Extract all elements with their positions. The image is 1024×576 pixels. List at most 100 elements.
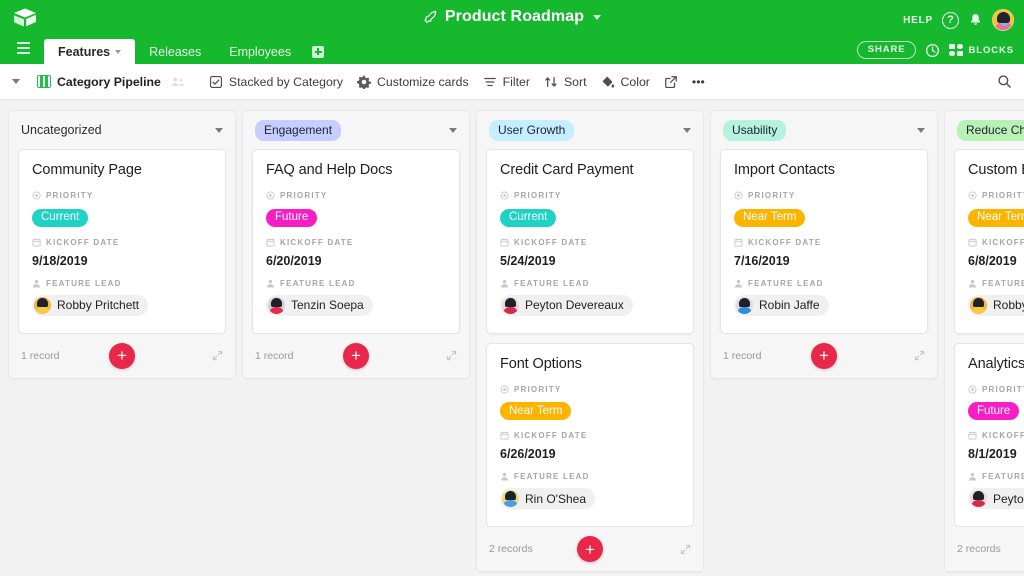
kanban-view-icon	[37, 75, 51, 88]
card-field-feature-lead: FEATURE LEAD Robby Pritchett	[32, 279, 212, 319]
kanban-board: Uncategorized Community Page PRIORITY Curre…	[0, 100, 1024, 576]
field-label-text: PRIORITY	[514, 384, 562, 394]
field-label: FEATURE LEAD	[968, 279, 1024, 288]
customize-cards-button[interactable]: Customize cards	[350, 71, 476, 93]
single-select-icon	[734, 191, 743, 200]
chevron-down-icon[interactable]	[593, 14, 602, 20]
collaborators-icon[interactable]	[171, 76, 186, 88]
tab-label: Employees	[229, 44, 292, 59]
add-table-button[interactable]	[305, 39, 331, 64]
share-button[interactable]: SHARE	[856, 41, 917, 59]
add-record-button[interactable]: +	[343, 342, 369, 369]
feature-lead-name: Tenzin Soepa	[291, 298, 364, 312]
search-icon	[998, 75, 1011, 88]
stack-footer: 1 record +	[243, 334, 469, 378]
share-view-button[interactable]	[657, 71, 685, 93]
card-field-kickoff-date: KICKOFF DATE 8/1/2019	[968, 431, 1024, 461]
user-avatar[interactable]	[992, 9, 1014, 31]
kanban-card[interactable]: Font Options PRIORITY Near Term KICKOFF DAT…	[486, 342, 694, 527]
field-label: PRIORITY	[734, 191, 914, 200]
airtable-logo[interactable]	[10, 4, 40, 32]
card-field-feature-lead: FEATURE LEAD Robby Pritchett	[968, 279, 1024, 319]
priority-tag: Future	[266, 208, 318, 227]
single-select-icon	[500, 191, 509, 200]
stack-header: Uncategorized	[9, 111, 235, 149]
sidebar-toggle-icon[interactable]	[12, 79, 20, 84]
help-label[interactable]: HELP	[903, 15, 933, 26]
expand-icon[interactable]	[914, 350, 925, 361]
card-field-kickoff-date: KICKOFF DATE 6/8/2019	[968, 238, 1024, 268]
priority-tag: Current	[32, 208, 89, 227]
expand-icon[interactable]	[680, 544, 691, 555]
calendar-icon	[968, 431, 977, 440]
blocks-button[interactable]: BLOCKS	[949, 44, 1014, 56]
view-name-button[interactable]: Category Pipeline	[30, 71, 168, 93]
tab-features[interactable]: Features	[44, 39, 136, 64]
field-label-text: FEATURE LEAD	[514, 278, 590, 288]
priority-tag: Near Term	[734, 208, 806, 227]
question-mark-icon[interactable]: ?	[942, 11, 959, 29]
avatar	[502, 296, 519, 314]
card-field-priority: PRIORITY Current	[32, 191, 212, 227]
feature-lead-chip: Rin O'Shea	[500, 488, 595, 509]
field-label: KICKOFF DATE	[32, 238, 212, 247]
field-label-text: FEATURE LEAD	[982, 472, 1024, 481]
kanban-card[interactable]: Credit Card Payment PRIORITY Current KICKOF…	[486, 149, 694, 334]
card-field-feature-lead: FEATURE LEAD Peyton Devereaux	[968, 472, 1024, 512]
search-button[interactable]	[997, 64, 1012, 99]
menu-icon[interactable]	[10, 35, 36, 61]
feature-lead-chip: Robin Jaffe	[734, 294, 829, 316]
kanban-card[interactable]: Analytics PRIORITY Future KICKOFF DATE 8/1/2…	[954, 342, 1024, 527]
stacked-by-button[interactable]: Stacked by Category	[202, 71, 350, 93]
add-record-button[interactable]: +	[811, 342, 837, 369]
kanban-card[interactable]: Import Contacts PRIORITY Near Term KICKOFF …	[720, 149, 928, 334]
avatar	[970, 490, 987, 507]
person-icon	[501, 279, 508, 287]
field-label: KICKOFF DATE	[734, 238, 914, 247]
priority-tag: Near Term	[968, 208, 1024, 227]
kanban-card[interactable]: Custom Branding PRIORITY Near Term KICKOFF …	[954, 149, 1024, 334]
feature-lead-name: Robin Jaffe	[759, 298, 820, 312]
field-label-text: KICKOFF DATE	[514, 237, 588, 247]
stack-menu-chevron-down-icon[interactable]	[683, 127, 691, 133]
header-secondary-actions: SHARE BLOCKS	[856, 41, 1014, 59]
plus-icon	[312, 45, 325, 58]
single-select-icon	[266, 191, 275, 200]
kanban-card[interactable]: FAQ and Help Docs PRIORITY Future KICKOFF D…	[252, 149, 460, 334]
priority-tag: Near Term	[500, 402, 572, 420]
field-label-text: PRIORITY	[982, 191, 1024, 200]
expand-icon[interactable]	[446, 350, 457, 361]
chevron-down-icon[interactable]	[115, 49, 122, 54]
view-name-label: Category Pipeline	[57, 74, 161, 89]
stack-menu-chevron-down-icon[interactable]	[215, 127, 223, 133]
person-icon	[969, 279, 976, 287]
record-count: 2 records	[957, 543, 1001, 555]
stack-title: User Growth	[489, 119, 575, 141]
more-options-button[interactable]: •••	[685, 71, 712, 93]
add-record-button[interactable]: +	[577, 536, 603, 562]
history-clock-icon[interactable]	[925, 43, 940, 58]
filter-button[interactable]: Filter	[476, 71, 537, 93]
tab-employees[interactable]: Employees	[215, 39, 305, 64]
add-record-button[interactable]: +	[109, 342, 135, 369]
expand-icon[interactable]	[212, 350, 223, 361]
external-link-icon	[665, 75, 677, 88]
feature-lead-name: Robby Pritchett	[993, 298, 1024, 312]
kickoff-date-value: 6/20/2019	[266, 253, 322, 268]
calendar-icon	[32, 237, 41, 247]
card-field-kickoff-date: KICKOFF DATE 6/20/2019	[266, 238, 446, 268]
tab-releases[interactable]: Releases	[135, 39, 215, 64]
stack-card-list: Custom Branding PRIORITY Near Term KICKOFF …	[945, 149, 1024, 527]
color-button[interactable]: Color	[594, 71, 657, 93]
kanban-card[interactable]: Community Page PRIORITY Current KICKOFF DAT…	[18, 149, 226, 334]
document-title-block: Product Roadmap	[0, 8, 1024, 26]
bell-icon[interactable]	[968, 12, 983, 28]
stack-menu-chevron-down-icon[interactable]	[917, 127, 925, 133]
field-label: KICKOFF DATE	[500, 431, 680, 440]
sort-button[interactable]: Sort	[537, 71, 594, 93]
record-count: 1 record	[21, 349, 60, 362]
avatar	[34, 296, 51, 314]
stack-menu-chevron-down-icon[interactable]	[449, 127, 457, 133]
feature-lead-chip: Peyton Devereaux	[500, 294, 633, 316]
feature-lead-chip: Tenzin Soepa	[266, 294, 373, 316]
